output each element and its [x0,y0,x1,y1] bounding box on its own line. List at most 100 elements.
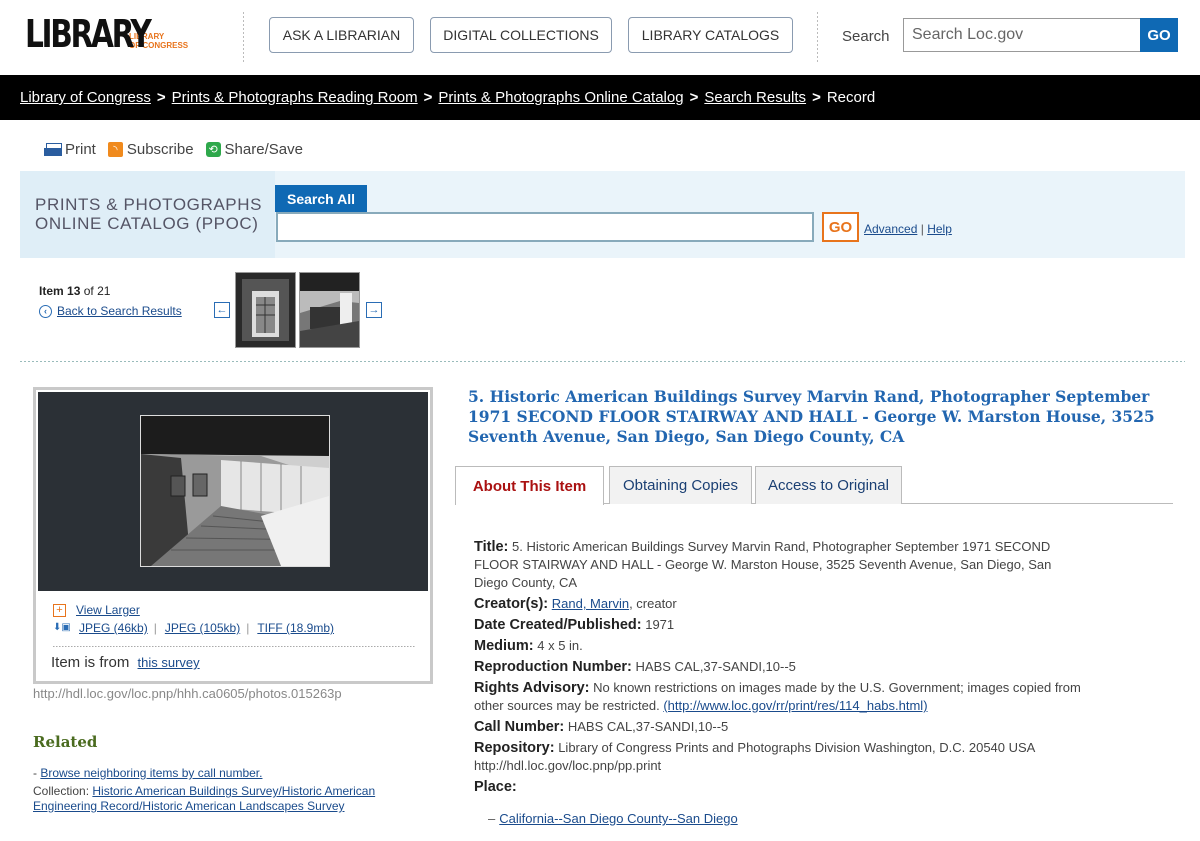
thumbnail-next-image [300,273,359,347]
field-value: 5. Historic American Buildings Survey Ma… [474,539,1052,590]
breadcrumb-current: Record [826,89,876,106]
field-medium: Medium: 4 x 5 in. [474,637,1084,655]
item-source-text: Item is from [51,654,130,671]
item-label: Item [39,284,64,298]
site-header: LIBRARY LIBRARY OF CONGRESS ASK A LIBRAR… [0,0,1200,75]
subscribe-label: Subscribe [126,141,194,158]
ppoc-title-line1: PRINTS & PHOTOGRAPHS [35,195,263,214]
site-search-input[interactable]: Search Loc.gov [903,18,1141,52]
thumbnail-next[interactable] [299,272,360,348]
print-label: Print [65,141,96,158]
record-fields: Title: 5. Historic American Buildings Su… [474,538,1084,799]
print-icon [44,142,62,157]
site-search-go-button[interactable]: GO [1140,18,1178,52]
rights-link[interactable]: (http://www.loc.gov/rr/print/res/114_hab… [663,698,927,713]
breadcrumb-link-reading-room[interactable]: Prints & Photographs Reading Room [172,89,418,106]
download-jpeg-large[interactable]: JPEG (105kb) [165,621,240,635]
breadcrumb-link-search-results[interactable]: Search Results [704,89,806,106]
breadcrumb-separator: > [156,89,166,106]
field-label: Medium: [474,638,534,654]
search-all-tab[interactable]: Search All [275,185,367,219]
ppoc-go-button[interactable]: GO [822,212,859,242]
place-link[interactable]: California--San Diego County--San Diego [499,811,737,826]
field-label: Repository: [474,740,555,756]
link-separator: | [920,222,924,236]
print-button[interactable]: Print [44,141,96,158]
download-jpeg-small[interactable]: JPEG (46kb) [79,621,148,635]
next-item-button[interactable]: → [366,302,382,318]
breadcrumb-link-loc[interactable]: Library of Congress [20,89,151,106]
related-browse: - Browse neighboring items by call numbe… [33,766,262,780]
breadcrumb: Library of Congress > Prints & Photograp… [0,75,1200,120]
list-bullet: – [488,811,496,826]
subscribe-button[interactable]: ◝ Subscribe [107,141,194,158]
field-value: 4 x 5 in. [537,638,583,653]
browse-neighboring-link[interactable]: Browse neighboring items by call number. [40,766,262,780]
permalink-handle: http://hdl.loc.gov/loc.pnp/hhh.ca0605/ph… [33,686,342,701]
record-tabs: About This Item Obtaining Copies Access … [455,466,1173,505]
site-search-label: Search [842,28,890,45]
field-reproduction-number: Reproduction Number: HABS CAL,37-SANDI,1… [474,658,1084,676]
field-label: Title: [474,539,509,555]
library-catalogs-button[interactable]: LIBRARY CATALOGS [628,17,793,53]
related-heading: Related [33,733,98,751]
related-collection: Collection: Historic American Buildings … [33,784,423,814]
thumbnail-previous-image [236,273,295,347]
field-date: Date Created/Published: 1971 [474,616,1084,634]
previous-item-button[interactable]: ← [214,302,230,318]
image-viewer [38,392,428,591]
plus-icon: + [53,603,66,617]
ppoc-search-band: PRINTS & PHOTOGRAPHS ONLINE CATALOG (PPO… [20,171,1185,258]
field-label: Date Created/Published: [474,617,642,633]
field-label: Creator(s): [474,596,549,612]
field-label: Place: [474,779,517,795]
advanced-search-link[interactable]: Advanced [864,222,917,236]
field-value: HABS CAL,37-SANDI,10--5 [635,659,796,674]
back-arrow-icon: ‹ [39,304,52,318]
creator-link[interactable]: Rand, Marvin [552,596,629,611]
share-icon: ⟲ [205,142,221,157]
breadcrumb-link-online-catalog[interactable]: Prints & Photographs Online Catalog [438,89,683,106]
ppoc-search-input[interactable] [276,212,814,242]
record-photo[interactable] [140,415,330,567]
field-value: 1971 [645,617,675,632]
field-rights-advisory: Rights Advisory: No known restrictions o… [474,679,1084,715]
field-repository: Repository: Library of Congress Prints a… [474,739,1084,775]
download-options: ⬇▣ JPEG (46kb) | JPEG (105kb) | TIFF (18… [53,621,340,635]
back-to-results-link[interactable]: Back to Search Results [57,304,182,318]
panel-divider [53,646,416,647]
item-number: 13 [67,284,81,298]
share-label: Share/Save [224,141,303,158]
tab-about-this-item[interactable]: About This Item [455,466,604,505]
breadcrumb-separator: > [423,89,433,106]
view-larger[interactable]: + View Larger [53,603,140,617]
back-to-results[interactable]: ‹ Back to Search Results [39,304,182,318]
field-place: Place: [474,778,1084,796]
view-larger-link[interactable]: View Larger [76,603,140,617]
tab-obtaining-copies[interactable]: Obtaining Copies [609,466,752,504]
field-label: Reproduction Number: [474,659,632,675]
loc-logo[interactable]: LIBRARY LIBRARY OF CONGRESS [25,14,188,54]
image-panel: + View Larger ⬇▣ JPEG (46kb) | JPEG (105… [33,387,433,684]
thumbnail-previous[interactable] [235,272,296,348]
tab-access-to-original[interactable]: Access to Original [755,466,902,504]
help-link[interactable]: Help [927,222,952,236]
breadcrumb-separator: > [812,89,821,106]
field-creator: Creator(s): Rand, Marvin, creator [474,595,1084,613]
field-label: Rights Advisory: [474,680,590,696]
download-icon: ⬇▣ [53,621,71,633]
ppoc-title-line2: ONLINE CATALOG (PPOC) [35,214,259,233]
ppoc-title[interactable]: PRINTS & PHOTOGRAPHS ONLINE CATALOG (PPO… [35,195,275,233]
item-source: Item is from this survey [51,654,200,671]
download-separator: | [153,621,157,635]
ppoc-links: Advanced | Help [864,222,952,236]
stairway-photo-image [141,416,329,566]
logo-wordmark: LIBRARY [25,12,152,56]
download-tiff[interactable]: TIFF (18.9mb) [257,621,334,635]
this-survey-link[interactable]: this survey [138,655,200,670]
item-total: of 21 [83,284,111,298]
digital-collections-button[interactable]: DIGITAL COLLECTIONS [430,17,612,53]
rss-icon: ◝ [107,142,123,157]
share-button[interactable]: ⟲ Share/Save [205,141,303,158]
ask-librarian-button[interactable]: ASK A LIBRARIAN [269,17,414,53]
